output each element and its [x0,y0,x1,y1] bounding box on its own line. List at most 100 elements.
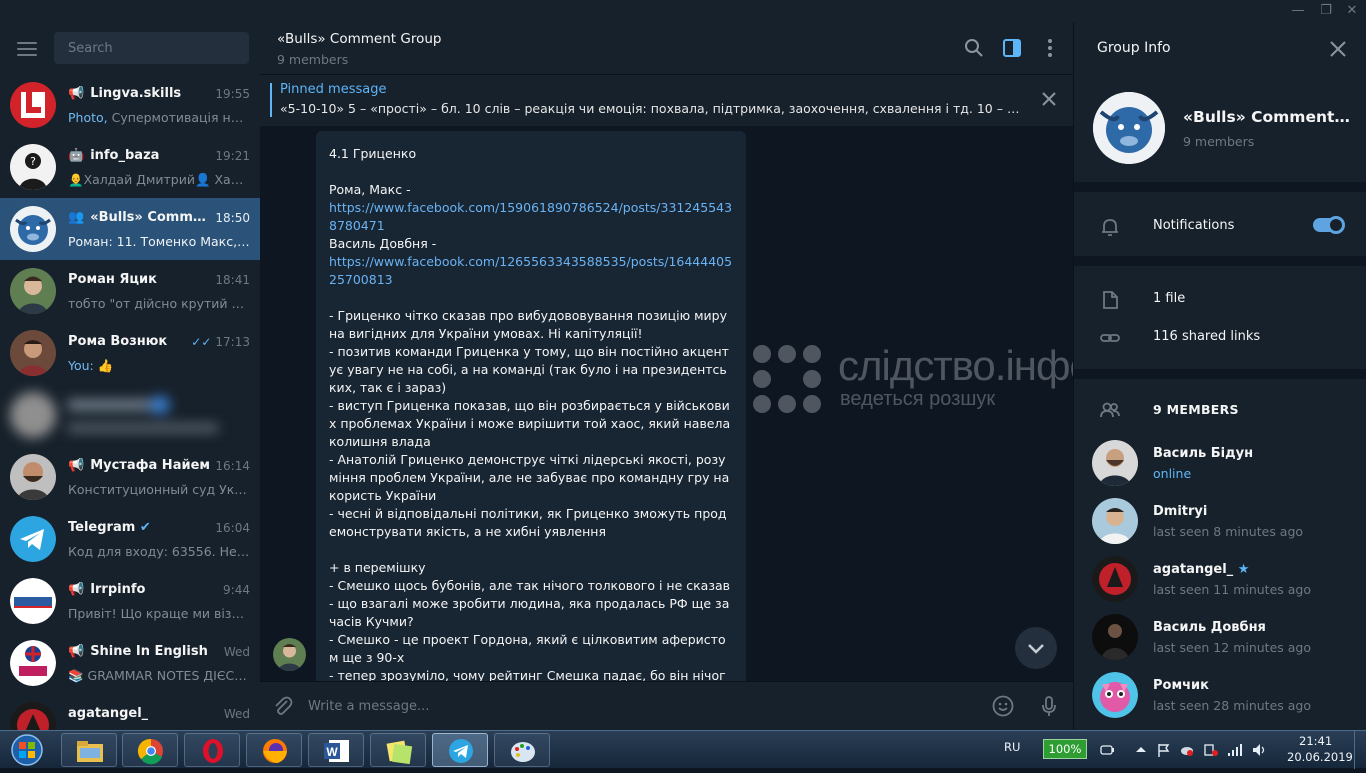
chat-name: Irrpinfo [90,582,146,597]
chat-member-count: 9 members [277,52,349,67]
search-icon[interactable] [963,37,985,59]
close-icon[interactable] [1328,39,1348,59]
taskbar-telegram[interactable] [432,733,488,767]
chat-name: info_baza [90,148,160,163]
message-bubble[interactable]: 4.1 Гриценко Рома, Макс - https://www.face… [316,131,746,681]
chat-item-roman-yatsyk[interactable]: Роман Яцик 18:41 тобто "от дійсно крутий… [0,260,260,322]
chat-name: Telegram [68,520,136,535]
message-line: - Смешко щось бубонів, але так нічого то… [329,578,731,593]
message-link[interactable]: https://www.facebook.com/126556334358853… [329,253,733,289]
member-name: Василь Бідун [1153,446,1254,461]
chat-time: 16:04 [215,521,250,535]
member-status: last seen 11 minutes ago [1153,582,1312,597]
member-item[interactable]: Dmitryi last seen 8 minutes ago [1074,498,1366,556]
chat-item-irrpinfo[interactable]: 📢 Irrpinfo 9:44 Привіт! Що краще ми візуа… [0,570,260,632]
pinned-message[interactable]: Pinned message «5-10-10» 5 – «прості» – … [260,75,1073,126]
chat-item-telegram[interactable]: Telegram ✔ 16:04 Код для входу: 63556. Н… [0,508,260,570]
scroll-down-button[interactable] [1015,627,1057,669]
start-button[interactable] [4,731,50,769]
divider [1074,256,1366,266]
language-indicator[interactable]: RU [1004,740,1020,754]
group-info-panel: Group Info «Bulls» Comment Group 9 membe… [1073,22,1366,730]
firefox-icon [263,739,287,763]
show-hidden-icons-icon[interactable] [1133,742,1149,758]
message-line: Рома, Макс - [329,182,411,197]
svg-text:W: W [326,745,338,759]
chat-item-info-baza[interactable]: ? 🤖 info_baza 19:21 👨‍🦲Халдай Дмитрий👤 Ха… [0,136,260,198]
taskbar-opera[interactable] [184,733,240,767]
action-center-flag-icon[interactable] [1156,742,1172,758]
group-member-count: 9 members [1183,134,1255,149]
chat-item-roma-vozniuk[interactable]: Рома Вознюк ✓✓ 17:13 You: 👍 [0,322,260,384]
taskbar-explorer[interactable] [61,733,117,767]
message-line: - Гриценко чітко сказав про вибудововува… [329,308,731,341]
chat-item-agatangel[interactable]: agatangel_ Wed [0,694,260,730]
member-item[interactable]: Василь Бідун online [1074,440,1366,498]
message-line: - що взагалі може зробити людина, яка пр… [329,596,734,629]
message-line: Василь Довбня - [329,236,437,251]
member-item[interactable]: agatangel_ ★ last seen 11 minutes ago [1074,556,1366,614]
blurred-content [0,384,260,446]
member-item[interactable]: Ромчик last seen 28 minutes ago [1074,672,1366,730]
chat-preview: Конституционный суд Укра... [68,482,250,497]
more-icon[interactable] [1039,37,1061,59]
member-item[interactable]: Василь Довбня last seen 12 minutes ago [1074,614,1366,672]
chat-time: 19:55 [215,87,250,101]
avatar [10,268,56,314]
avatar [10,640,56,686]
sender-avatar[interactable] [273,638,306,671]
show-desktop-button[interactable] [1354,731,1366,769]
close-window-button[interactable]: ✕ [1340,2,1364,20]
search-input[interactable] [54,32,249,64]
taskbar-firefox[interactable] [246,733,302,767]
power-plug-icon[interactable] [1099,742,1115,758]
clock-time[interactable]: 21:41 [1299,734,1332,748]
watermark-title: слідство.інфо [838,342,1073,389]
microphone-icon[interactable] [1037,694,1061,718]
battery-indicator[interactable]: 100% [1043,739,1087,759]
close-pinned-icon[interactable] [1039,89,1059,109]
taskbar-paint[interactable] [494,733,550,767]
star-icon: ★ [1237,562,1250,577]
network-warning-icon[interactable] [1203,742,1219,758]
chat-preview: 👍 [97,358,114,373]
shared-links[interactable]: 116 shared links [1153,329,1260,344]
watermark-logo-icon [753,345,821,413]
chat-item-blurred[interactable] [0,384,260,446]
minimize-button[interactable]: — [1286,2,1310,20]
signal-bars-icon[interactable] [1227,742,1243,758]
group-info-title: Group Info [1097,40,1171,56]
taskbar-sticky-notes[interactable] [370,733,426,767]
restore-button[interactable]: ❐ [1314,2,1338,20]
watermark: слідство.інфо ведеться розшук [752,342,1073,416]
message-line: - чесні й відповідальні політики, як Гри… [329,506,727,539]
chat-title[interactable]: «Bulls» Comment Group [277,31,441,47]
message-line: + в перемішку [329,560,426,575]
taskbar-word[interactable]: W [308,733,364,767]
chat-preview: Супермотивація на в... [111,110,250,125]
word-icon: W [324,740,349,762]
clock-date[interactable]: 20.06.2019 [1287,750,1353,764]
chat-item-mustafa-nayem[interactable]: 📢 Мустафа Найем 16:14 Конституционный суд… [0,446,260,508]
group-avatar[interactable] [1093,92,1165,164]
chat-name: Мустафа Найем [90,458,211,473]
taskbar-chrome[interactable] [122,733,178,767]
attach-icon[interactable] [271,694,295,718]
menu-icon[interactable] [17,42,37,56]
notifications-toggle[interactable] [1313,216,1345,234]
volume-icon[interactable] [1251,742,1267,758]
message-link[interactable]: https://www.facebook.com/159061890786524… [329,199,733,235]
chat-item-lingva-skills[interactable]: 📢 Lingva.skills 19:55 Photo, Супермотивац… [0,74,260,136]
chat-item-bulls-comment-group[interactable]: 👥 «Bulls» Comment ... 18:50 Роман: 11. То… [0,198,260,260]
chat-time: 18:50 [215,211,250,225]
shared-files[interactable]: 1 file [1153,291,1185,306]
chat-time: 9:44 [223,583,250,597]
message-history[interactable]: 4.1 Гриценко Рома, Макс - https://www.face… [260,126,1073,681]
emoji-icon[interactable] [991,694,1015,718]
chat-item-shine-in-english[interactable]: 📢 Shine In English Wed 📚 GRAMMAR NOTES ДІ… [0,632,260,694]
cloud-sync-icon[interactable] [1179,742,1195,758]
sidebar-toggle-icon[interactable] [1001,37,1023,59]
member-status: online [1153,466,1192,481]
message-input[interactable] [308,694,968,718]
